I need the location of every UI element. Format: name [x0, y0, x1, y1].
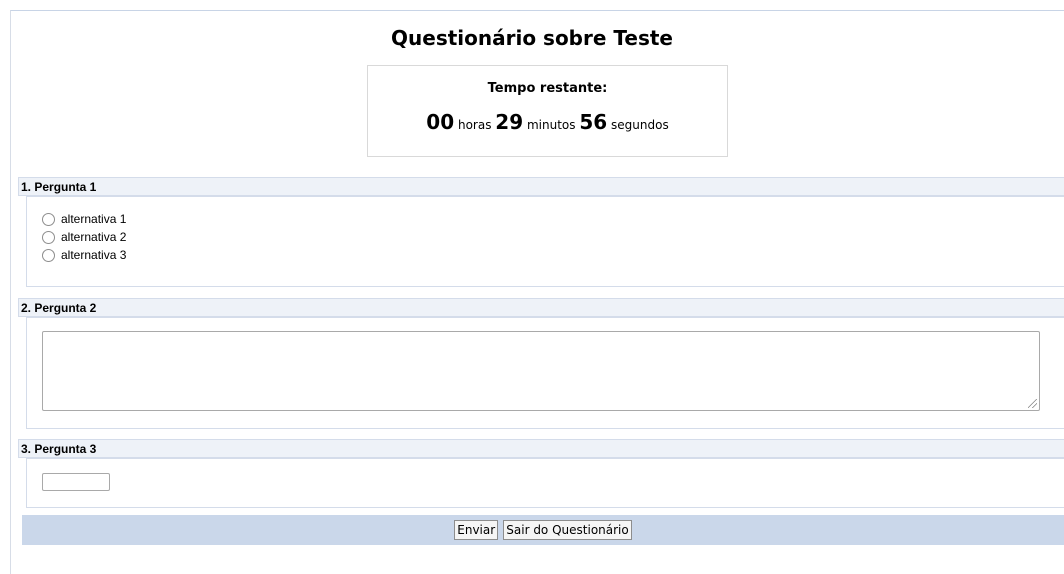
page-title: Questionário sobre Teste — [391, 26, 673, 50]
action-bar: Enviar Sair do Questionário — [22, 515, 1064, 545]
timer-values: 00 horas 29 minutos 56 segundos — [368, 110, 727, 134]
radio-button[interactable] — [42, 248, 55, 262]
question-3-input[interactable] — [42, 473, 110, 491]
radio-button[interactable] — [42, 230, 55, 244]
question-2-header: 2. Pergunta 2 — [18, 298, 1064, 317]
question-2-textarea[interactable] — [42, 331, 1040, 411]
option-label: alternativa 2 — [61, 230, 127, 244]
question-1-body — [26, 196, 1064, 287]
timer-seconds-unit: segundos — [611, 118, 669, 132]
question-3-body — [26, 458, 1064, 508]
option-label: alternativa 1 — [61, 212, 127, 226]
timer-hours: 00 — [426, 110, 455, 134]
option-label: alternativa 3 — [61, 248, 127, 262]
timer-minutes-unit: minutos — [526, 118, 576, 132]
timer-seconds: 56 — [579, 110, 608, 134]
timer-box: Tempo restante: 00 horas 29 minutos 56 s… — [367, 65, 728, 157]
submit-button[interactable]: Enviar — [454, 520, 499, 540]
timer-minutes: 29 — [495, 110, 524, 134]
question-1-options: alternativa 1 alternativa 2 alternativa … — [42, 210, 126, 264]
option-1[interactable]: alternativa 1 — [42, 210, 126, 228]
question-3-header: 3. Pergunta 3 — [18, 439, 1064, 458]
question-1-header: 1. Pergunta 1 — [18, 177, 1064, 196]
resize-handle-icon[interactable] — [1028, 399, 1037, 408]
radio-button[interactable] — [42, 212, 55, 226]
timer-label: Tempo restante: — [487, 81, 608, 96]
exit-button[interactable]: Sair do Questionário — [503, 520, 632, 540]
option-2[interactable]: alternativa 2 — [42, 228, 126, 246]
option-3[interactable]: alternativa 3 — [42, 246, 126, 264]
timer-hours-unit: horas — [457, 118, 492, 132]
